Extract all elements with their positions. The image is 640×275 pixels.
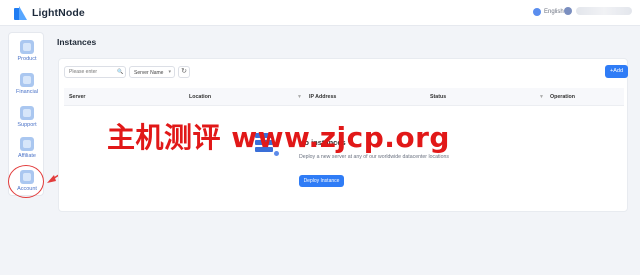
column-header-server: Server — [69, 94, 86, 100]
page-title: Instances — [57, 37, 97, 47]
search-icon[interactable]: 🔍 — [117, 69, 123, 75]
server-name-select[interactable]: Server Name ▾ — [129, 66, 175, 78]
chevron-down-icon: ▾ — [168, 69, 171, 75]
deploy-instance-button[interactable]: Deploy Instance — [299, 175, 344, 187]
column-header-location: Location — [189, 94, 212, 100]
refresh-button[interactable]: ↻ — [178, 66, 190, 78]
refresh-icon: ↻ — [181, 68, 187, 75]
column-header-status: Status — [430, 94, 447, 100]
status-filter-icon[interactable]: ▼ — [539, 94, 544, 100]
column-header-ip-address: IP Address — [309, 94, 337, 100]
watermark-text: 主机测评 www.zjcp.org — [107, 121, 450, 154]
table-header: Server Location ▼ IP Address Status ▼ Op… — [64, 88, 624, 106]
column-header-operation: Operation — [550, 94, 576, 100]
add-instance-button[interactable]: +Add — [605, 65, 628, 78]
location-filter-icon[interactable]: ▼ — [297, 94, 302, 100]
server-name-select-value: Server Name — [134, 70, 164, 76]
